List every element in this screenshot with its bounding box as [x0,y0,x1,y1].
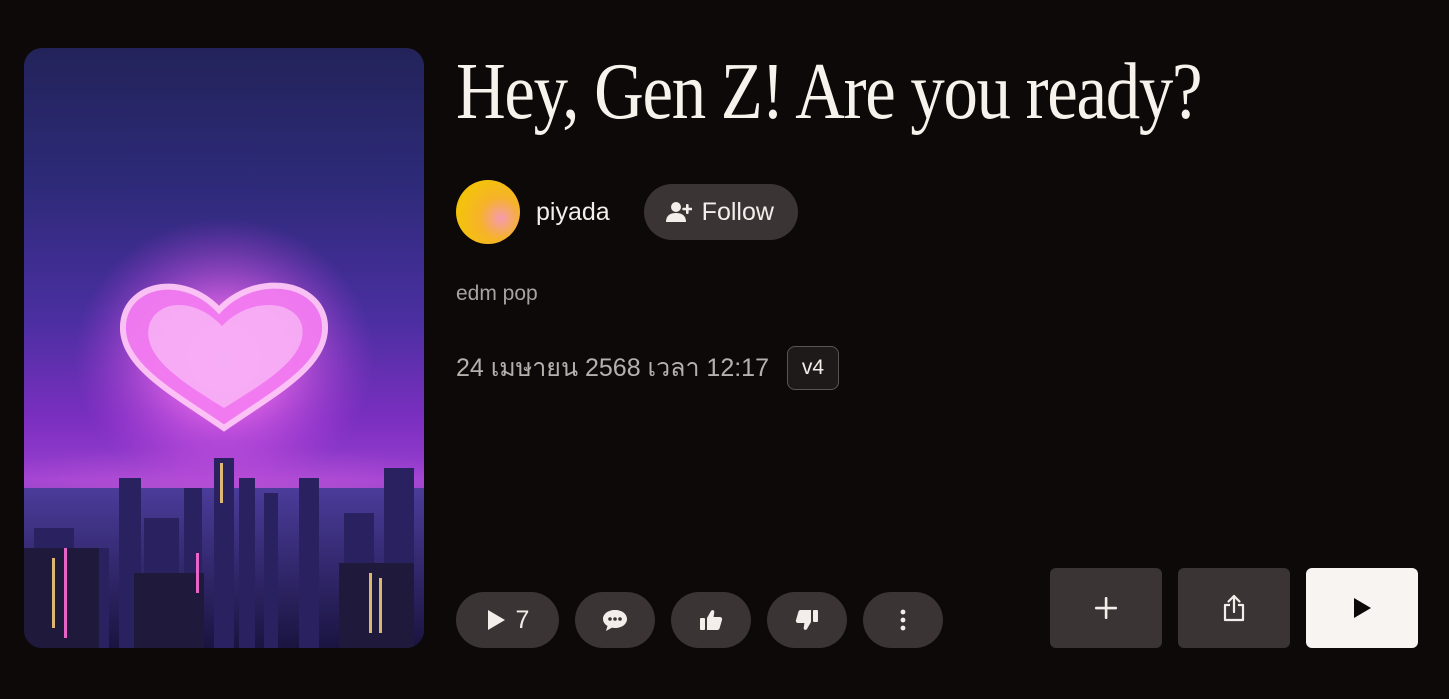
comment-icon [603,610,627,631]
creator-row: piyada Follow [456,180,798,244]
add-to-playlist-button[interactable] [1050,568,1162,648]
plus-icon [1095,597,1117,619]
share-icon [1223,594,1245,622]
more-icon [900,609,906,631]
play-icon [487,610,505,630]
username-link[interactable]: piyada [536,198,610,227]
song-title: Hey, Gen Z! Are you ready? [456,48,1203,136]
cover-art[interactable] [24,48,424,648]
play-button[interactable] [1306,568,1418,648]
follow-button[interactable]: Follow [643,184,798,240]
song-page: Hey, Gen Z! Are you ready? piyada Follow… [0,0,1449,699]
thumbs-up-icon [700,610,723,630]
play-count: 7 [515,605,530,634]
dislike-button[interactable] [767,592,847,648]
cover-illustration [24,218,424,648]
like-button[interactable] [671,592,751,648]
comment-button[interactable] [575,592,655,648]
more-options-button[interactable] [863,592,943,648]
play-count-button[interactable]: 7 [456,592,559,648]
avatar[interactable] [456,180,520,244]
genre-tags[interactable]: edm pop [456,282,538,306]
follow-label: Follow [701,197,774,226]
created-date: 24 เมษายน 2568 เวลา 12:17 [456,354,769,382]
version-badge: v4 [787,346,839,390]
add-user-icon [665,202,692,222]
share-button[interactable] [1178,568,1290,648]
date-row: 24 เมษายน 2568 เวลา 12:17 v4 [456,345,839,391]
play-icon [1354,598,1371,618]
thumbs-down-icon [795,610,818,630]
